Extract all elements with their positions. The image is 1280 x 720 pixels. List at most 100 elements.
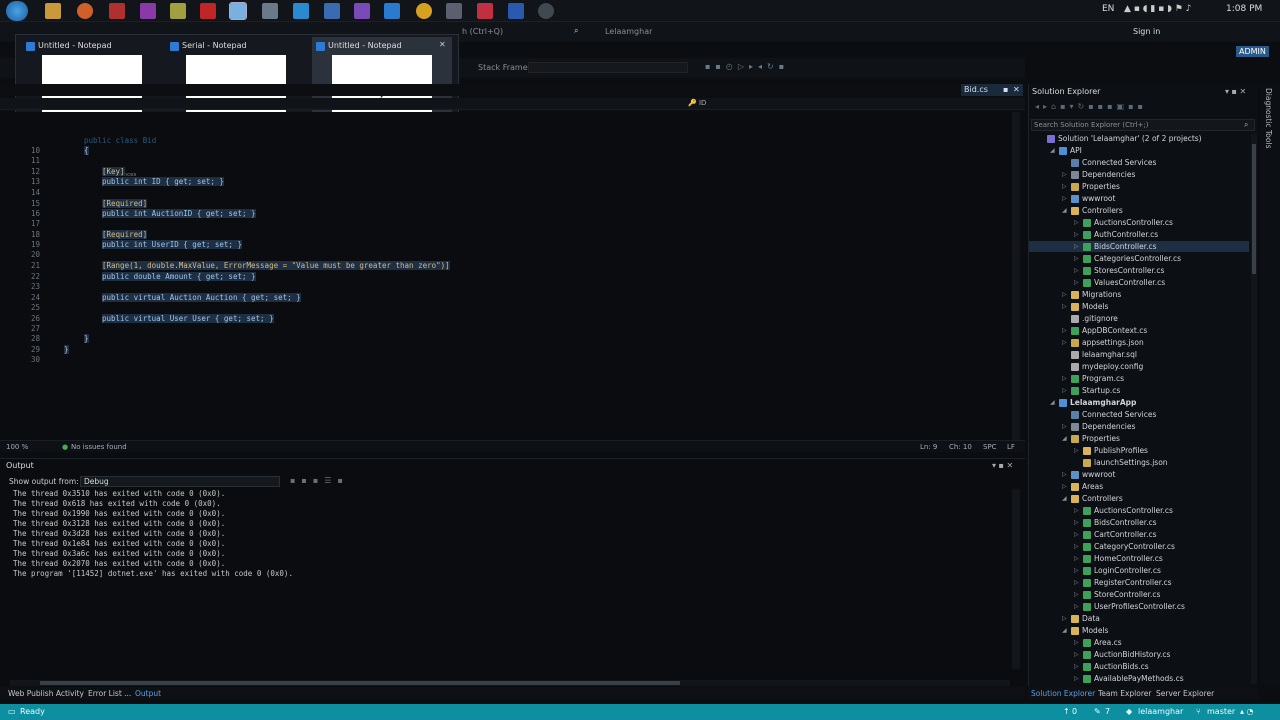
tab-server-explorer[interactable]: Server Explorer bbox=[1156, 689, 1214, 698]
expand-arrow-icon[interactable]: ▷ bbox=[1062, 375, 1067, 382]
tree-item[interactable]: Properties bbox=[1082, 434, 1120, 443]
tree-item[interactable]: CategoriesController.cs bbox=[1094, 254, 1181, 263]
expand-arrow-icon[interactable]: ▷ bbox=[1062, 183, 1067, 190]
tree-item[interactable]: mydeploy.config bbox=[1082, 362, 1143, 371]
word-icon[interactable] bbox=[508, 3, 524, 19]
app-icon[interactable] bbox=[446, 3, 462, 19]
expand-arrow-icon[interactable]: ▷ bbox=[1074, 255, 1079, 262]
expand-arrow-icon[interactable]: ◢ bbox=[1050, 399, 1055, 406]
chrome-icon[interactable] bbox=[416, 3, 432, 19]
tree-item[interactable]: AppDBContext.cs bbox=[1082, 326, 1147, 335]
horizontal-scrollbar[interactable] bbox=[10, 680, 1010, 686]
expand-arrow-icon[interactable]: ◢ bbox=[1062, 495, 1067, 502]
zoom-level[interactable]: 100 % bbox=[6, 443, 28, 451]
tree-item[interactable]: wwwroot bbox=[1082, 470, 1115, 479]
app-icon[interactable] bbox=[109, 3, 125, 19]
tab-solution-explorer[interactable]: Solution Explorer bbox=[1031, 689, 1095, 698]
tab-bid-cs[interactable]: Bid.cs ▪ ✕ bbox=[961, 84, 1023, 96]
expand-arrow-icon[interactable]: ▷ bbox=[1062, 483, 1067, 490]
tree-item[interactable]: StoresController.cs bbox=[1094, 266, 1164, 275]
tab-error-list[interactable]: Error List ... bbox=[88, 689, 131, 698]
tree-item[interactable]: AuctionBidHistory.cs bbox=[1094, 650, 1170, 659]
tree-item[interactable]: LelaamgharApp bbox=[1070, 398, 1136, 407]
tray-icons[interactable]: ▲ ▪ ◖ ▮ ▪ ◗ ⚑ ♪ bbox=[1124, 4, 1191, 14]
panel-controls[interactable]: ▾ ▪ ✕ bbox=[992, 461, 1013, 470]
panel-controls[interactable]: ▾ ▪ ✕ bbox=[1225, 87, 1246, 96]
expand-arrow-icon[interactable]: ◢ bbox=[1062, 435, 1067, 442]
tree-item[interactable]: Areas bbox=[1082, 482, 1103, 491]
push-count[interactable]: 0 bbox=[1072, 707, 1077, 716]
expand-arrow-icon[interactable]: ▷ bbox=[1062, 423, 1067, 430]
expand-arrow-icon[interactable]: ◢ bbox=[1062, 627, 1067, 634]
expand-arrow-icon[interactable]: ▷ bbox=[1074, 243, 1079, 250]
tree-item[interactable]: AvailablePayMethods.cs bbox=[1094, 674, 1184, 683]
expand-arrow-icon[interactable]: ▷ bbox=[1074, 507, 1079, 514]
expand-arrow-icon[interactable]: ▷ bbox=[1074, 675, 1079, 682]
expand-arrow-icon[interactable]: ▷ bbox=[1074, 591, 1079, 598]
tree-item[interactable]: appsettings.json bbox=[1082, 338, 1144, 347]
tree-item[interactable]: API bbox=[1070, 146, 1082, 155]
tree-item[interactable]: Area.cs bbox=[1094, 638, 1122, 647]
tree-item[interactable]: Dependencies bbox=[1082, 422, 1135, 431]
code-editor[interactable]: public class Bid 10{112 references12[Key… bbox=[0, 112, 1020, 440]
expand-arrow-icon[interactable]: ▷ bbox=[1062, 303, 1067, 310]
expand-arrow-icon[interactable]: ▷ bbox=[1062, 615, 1067, 622]
bell-icon[interactable]: ▴ ◔ bbox=[1240, 707, 1254, 716]
expand-arrow-icon[interactable]: ▷ bbox=[1074, 555, 1079, 562]
vscode-icon[interactable] bbox=[384, 3, 400, 19]
expand-arrow-icon[interactable]: ▷ bbox=[1074, 663, 1079, 670]
stack-frame-dropdown[interactable] bbox=[528, 62, 688, 73]
search-icon[interactable]: ⌕ bbox=[1244, 120, 1248, 130]
tree-item[interactable]: Solution 'Lelaamghar' (2 of 2 projects) bbox=[1058, 134, 1202, 143]
tree-item[interactable]: Startup.cs bbox=[1082, 386, 1120, 395]
repo-name[interactable]: lelaamghar bbox=[1138, 707, 1183, 716]
language-indicator[interactable]: EN bbox=[1102, 4, 1114, 14]
expand-arrow-icon[interactable]: ▷ bbox=[1074, 543, 1079, 550]
tree-item[interactable]: StoreController.cs bbox=[1094, 590, 1160, 599]
tree-item[interactable]: AuctionsController.cs bbox=[1094, 506, 1173, 515]
expand-arrow-icon[interactable]: ▷ bbox=[1062, 327, 1067, 334]
clock[interactable]: 1:08 PM bbox=[1226, 4, 1262, 14]
expand-arrow-icon[interactable]: ▷ bbox=[1074, 231, 1079, 238]
member-dropdown[interactable]: 🔑 ID bbox=[688, 99, 706, 107]
solution-search-input[interactable]: Search Solution Explorer (Ctrl+;) ⌕ bbox=[1031, 119, 1255, 131]
tree-item[interactable]: AuctionsController.cs bbox=[1094, 218, 1173, 227]
tree-item[interactable]: Models bbox=[1082, 302, 1108, 311]
expand-arrow-icon[interactable]: ▷ bbox=[1074, 267, 1079, 274]
tree-scrollbar[interactable] bbox=[1251, 134, 1257, 684]
folder-icon[interactable] bbox=[45, 3, 61, 19]
expand-arrow-icon[interactable]: ▷ bbox=[1074, 519, 1079, 526]
expand-arrow-icon[interactable]: ▷ bbox=[1062, 171, 1067, 178]
tree-item[interactable]: CategoryController.cs bbox=[1094, 542, 1175, 551]
tree-item[interactable]: launchSettings.json bbox=[1094, 458, 1168, 467]
diagnostic-tools-tab[interactable]: Diagnostic Tools bbox=[1260, 84, 1280, 686]
tree-item[interactable]: UserProfilesController.cs bbox=[1094, 602, 1185, 611]
tree-item[interactable]: PublishProfiles bbox=[1094, 446, 1148, 455]
app-icon[interactable] bbox=[324, 3, 340, 19]
onenote-icon[interactable] bbox=[140, 3, 156, 19]
tree-item[interactable]: AuctionBids.cs bbox=[1094, 662, 1149, 671]
tree-item[interactable]: AuthController.cs bbox=[1094, 230, 1158, 239]
pin-icon[interactable]: ▪ bbox=[1003, 85, 1008, 94]
tree-item[interactable]: Models bbox=[1082, 626, 1108, 635]
issues-status[interactable]: No issues found bbox=[71, 443, 127, 451]
output-toolbar-icons[interactable]: ▪▪▪☰▪ bbox=[290, 476, 349, 485]
output-source-dropdown[interactable]: Debug bbox=[80, 476, 280, 487]
tree-item[interactable]: ValuesController.cs bbox=[1094, 278, 1165, 287]
tree-item[interactable]: Dependencies bbox=[1082, 170, 1135, 179]
tree-item[interactable]: BidsController.cs bbox=[1094, 518, 1157, 527]
tree-item[interactable]: Connected Services bbox=[1082, 158, 1156, 167]
expand-arrow-icon[interactable]: ▷ bbox=[1062, 195, 1067, 202]
app-icon[interactable] bbox=[293, 3, 309, 19]
start-icon[interactable] bbox=[6, 1, 28, 21]
expand-arrow-icon[interactable]: ▷ bbox=[1074, 603, 1079, 610]
close-icon[interactable]: ✕ bbox=[1013, 85, 1020, 94]
expand-arrow-icon[interactable]: ▷ bbox=[1074, 567, 1079, 574]
debug-toolbar-icons[interactable]: ▪▪◴▷▸◂↻▪ bbox=[705, 62, 789, 71]
tree-item[interactable]: CartController.cs bbox=[1094, 530, 1156, 539]
solution-explorer-toolbar[interactable]: ◂▸⌂▪▾↻▪▪▪▣▪▪ bbox=[1035, 102, 1147, 111]
app-icon[interactable] bbox=[262, 3, 278, 19]
tree-item[interactable]: Program.cs bbox=[1082, 374, 1124, 383]
expand-arrow-icon[interactable]: ▷ bbox=[1074, 279, 1079, 286]
whitespace-mode[interactable]: SPC bbox=[983, 443, 997, 451]
